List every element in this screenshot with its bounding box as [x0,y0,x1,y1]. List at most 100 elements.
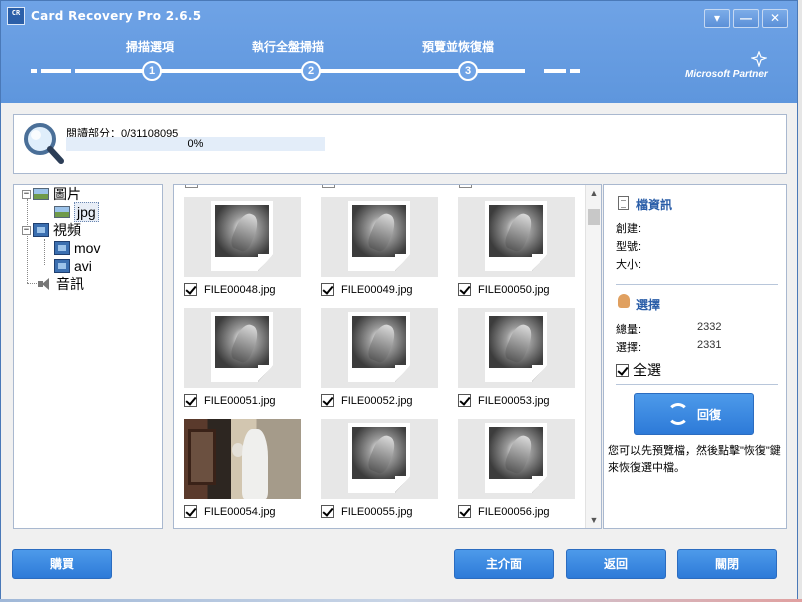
file-checkbox[interactable] [184,505,197,518]
recover-button[interactable]: 回復 [634,393,754,435]
file-info-icon [618,196,629,210]
image-placeholder-icon [348,201,410,271]
tree-node-audio[interactable]: 音訊 [36,275,84,293]
file-name: FILE00050.jpg [478,283,550,296]
thumbnail-image[interactable] [321,419,438,499]
main-interface-button[interactable]: 主介面 [454,549,554,579]
file-name: FILE00056.jpg [478,505,550,518]
file-checkbox[interactable] [321,505,334,518]
file-checkbox-row[interactable]: FILE00055.jpg [321,505,413,518]
tree-connector [27,199,28,283]
balloon-picture [352,316,406,368]
buy-button[interactable]: 購買 [12,549,112,579]
divider [616,384,778,385]
scroll-down-icon[interactable]: ▼ [586,512,602,528]
created-label: 創建: [616,223,642,235]
page-fold [532,365,547,382]
file-thumbnail-grid: FILE00048.jpg FILE00049.jpg FILE00050.jpg F… [173,184,602,529]
scroll-thumb[interactable] [588,209,600,225]
thumbnail-image[interactable] [184,308,301,388]
close-button[interactable]: 關閉 [677,549,777,579]
file-checkbox[interactable] [458,394,471,407]
file-checkbox[interactable] [321,394,334,407]
back-button[interactable]: 返回 [566,549,666,579]
file-checkbox[interactable] [321,283,334,296]
thumbnail-image[interactable] [458,197,575,277]
file-checkbox-row[interactable]: FILE00052.jpg [321,394,413,407]
file-thumbnail-item[interactable]: FILE00048.jpg [184,197,301,301]
file-checkbox[interactable] [184,283,197,296]
file-checkbox[interactable] [458,505,471,518]
collapse-toggle-icon[interactable]: − [22,225,31,235]
page-fold [258,365,273,382]
thumbnail-image[interactable] [184,197,301,277]
step-1-circle: 1 [142,61,162,81]
image-placeholder-icon [348,423,410,493]
thumbnail-image[interactable] [321,308,438,388]
file-checkbox-row[interactable]: FILE00048.jpg [184,283,276,296]
tree-node-jpg[interactable]: jpg [54,202,99,222]
file-thumbnail-item[interactable]: FILE00056.jpg [458,419,575,523]
file-name: FILE00053.jpg [478,394,550,407]
file-checkbox[interactable] [184,394,197,407]
partner-text: Microsoft Partner [685,69,768,80]
file-checkbox-row[interactable]: FILE00050.jpg [458,283,550,296]
progress-percent: 0% [187,138,204,150]
file-name: FILE00048.jpg [204,283,276,296]
tree-node-avi[interactable]: avi [54,257,92,275]
file-name: FILE00052.jpg [341,394,413,407]
file-thumbnail-item[interactable]: FILE00053.jpg [458,308,575,412]
balloon-picture [352,205,406,257]
page-fold [532,476,547,493]
image-placeholder-icon [211,201,273,271]
file-thumbnail-item[interactable]: FILE00055.jpg [321,419,438,523]
dropdown-menu-button[interactable]: ▾ [704,9,730,28]
balloon-picture [215,205,269,257]
file-checkbox-row[interactable]: FILE00053.jpg [458,394,550,407]
row-checkbox-partial[interactable] [459,185,472,188]
image-placeholder-icon [485,201,547,271]
image-placeholder-icon [485,423,547,493]
app-logo-icon: CR [7,7,25,25]
file-thumbnail-item[interactable]: FILE00049.jpg [321,197,438,301]
footer-bar: 購買 主介面 返回 關閉 [1,536,797,600]
magnifier-icon [24,123,64,164]
minimize-button[interactable]: — [733,9,759,28]
image-placeholder-icon [485,312,547,382]
tree-node-mov[interactable]: mov [54,239,100,257]
file-thumbnail-item[interactable]: FILE00050.jpg [458,197,575,301]
recover-button-label: 回復 [696,407,721,422]
balloon-picture [215,316,269,368]
film-icon [54,259,70,273]
recover-hint: 您可以先預覽檔，然後點擊"恢復"鍵來恢復選中檔。 [608,445,781,474]
thumbnail-image[interactable] [184,419,301,499]
scroll-up-icon[interactable]: ▲ [586,185,602,201]
page-fold [395,476,410,493]
close-window-button[interactable]: ✕ [762,9,788,28]
step-3-circle: 3 [458,61,478,81]
grid-scrollbar[interactable]: ▲ ▼ [585,185,601,528]
file-checkbox-row[interactable]: FILE00054.jpg [184,505,276,518]
file-thumbnail-item[interactable]: FILE00052.jpg [321,308,438,412]
file-checkbox[interactable] [458,283,471,296]
collapse-toggle-icon[interactable]: − [22,189,31,199]
tree-node-images[interactable]: − 圖片 [22,185,81,203]
thumbnail-image[interactable] [458,308,575,388]
step-dash [41,69,71,73]
thumbnail-image[interactable] [458,419,575,499]
file-checkbox-row[interactable]: FILE00051.jpg [184,394,276,407]
type-label: 型號: [616,241,642,253]
row-checkbox-partial[interactable] [185,185,198,188]
select-all-checkbox[interactable]: 全選 [616,360,661,380]
file-name: FILE00051.jpg [204,394,276,407]
tree-node-videos[interactable]: − 視頻 [22,221,81,239]
row-checkbox-partial[interactable] [322,185,335,188]
thumbnail-image[interactable] [321,197,438,277]
checkbox[interactable] [616,363,629,377]
step-dash [31,69,37,73]
image-placeholder-icon [348,312,410,382]
file-thumbnail-item[interactable]: FILE00054.jpg [184,419,301,523]
file-thumbnail-item[interactable]: FILE00051.jpg [184,308,301,412]
file-checkbox-row[interactable]: FILE00056.jpg [458,505,550,518]
file-checkbox-row[interactable]: FILE00049.jpg [321,283,413,296]
